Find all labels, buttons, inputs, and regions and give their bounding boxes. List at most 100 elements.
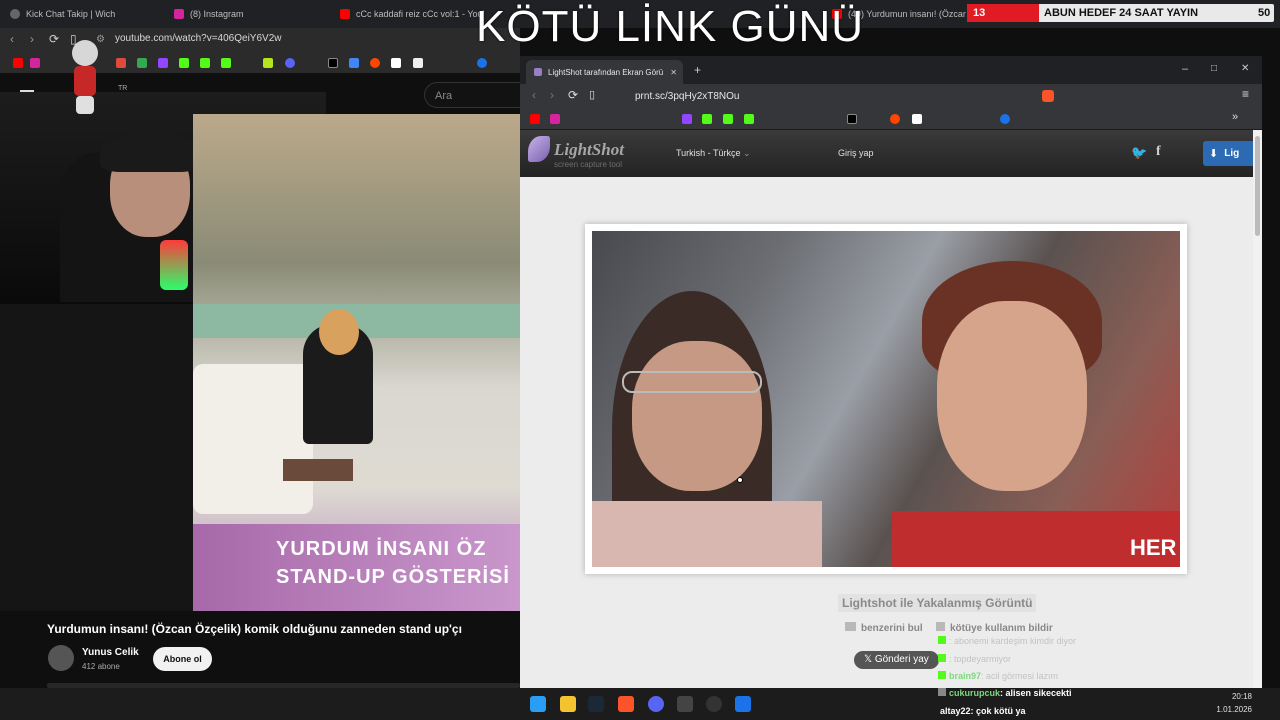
x-icon: 𝕏 [864,654,875,665]
anchor-icon[interactable] [285,58,295,68]
channel-subscribers: 412 abone [82,662,120,671]
more-bookmarks-icon[interactable]: » [1232,111,1238,123]
login-link[interactable]: Giriş yap [838,148,874,158]
p-icon[interactable] [391,58,401,68]
tab-youtube-cccvol[interactable]: cCc kaddafi reiz cCc vol:1 - YouTub [334,0,484,28]
menu-icon[interactable]: ≡ [1242,87,1249,101]
screenshot-image[interactable]: HER [592,231,1180,567]
channel-name[interactable]: Yunus Celik [82,647,139,658]
minimize-button[interactable]: – [1182,63,1188,75]
maximize-button[interactable]: □ [1211,63,1217,74]
instagram-icon[interactable] [550,114,560,124]
app-icon[interactable] [677,696,693,712]
youtube-search-input[interactable]: Ara [424,82,520,108]
instagram-icon[interactable] [30,58,40,68]
bookmark-icon[interactable]: ▯ [589,88,595,101]
play-icon[interactable] [477,58,487,68]
file-explorer-icon[interactable] [560,696,576,712]
steam-icon[interactable] [588,696,604,712]
brave-shield-icon[interactable] [1042,90,1054,102]
kick-icon[interactable] [200,58,210,68]
page-scrollbar[interactable] [1253,130,1262,688]
reload-icon[interactable]: ⟳ [49,32,59,46]
p-icon[interactable] [912,114,922,124]
subscribe-button[interactable]: Abone ol [153,647,212,671]
download-icon: ⬇ [1209,148,1219,160]
chat-message: : topdeyarmiyor [938,654,1011,664]
video-player[interactable]: YURDUM İNSANI ÖZ STAND-UP GÖSTERİSİ [193,114,520,611]
address-bar-right[interactable]: prnt.sc/3pqHy2xT8NOu [635,91,740,102]
reddit-icon[interactable] [370,58,380,68]
language-select[interactable]: Turkish - Türkçe ⌄ [676,148,751,159]
report-icon [936,622,945,631]
brave-icon[interactable] [618,696,634,712]
caption-line-2: STAND-UP GÖSTERİSİ [276,566,510,588]
back-icon[interactable]: ‹ [10,32,14,46]
twitch-icon[interactable] [158,58,168,68]
channel-avatar[interactable] [48,645,74,671]
mascot-sticker [68,40,102,116]
play-icon[interactable] [1000,114,1010,124]
glasses [622,371,762,393]
x-icon[interactable] [847,114,857,124]
tab-lightshot[interactable]: LightShot tarafından Ekran Görü ✕ [526,60,683,84]
facebook-icon[interactable]: f [1156,144,1161,160]
caption-line-1: YURDUM İNSANI ÖZ [276,538,487,560]
windows-taskbar [0,688,1280,720]
clock-date[interactable]: 1.01.2026 [1212,705,1252,714]
microphone [160,240,188,290]
youtube-icon[interactable] [530,114,540,124]
video-pillarbox [0,304,193,611]
tab-kick-chat[interactable]: Kick Chat Takip | Wich [4,0,164,28]
twitter-icon[interactable]: 🐦 [1131,145,1147,161]
find-similar-link[interactable]: benzerini bul [845,622,923,634]
drive-icon[interactable] [137,58,147,68]
reload-icon[interactable]: ⟳ [568,88,578,102]
camera-icon [845,622,856,631]
lightshot-browser-window: LightShot tarafından Ekran Görü ✕ + – □ … [520,56,1262,688]
back-icon[interactable]: ‹ [532,88,536,102]
lightshot-logo[interactable]: LightShot [554,140,624,160]
chat-message: altay22: çok kötü ya [940,706,1026,716]
chat-message: brain97: acil görmesi lazım [938,671,1058,681]
person-right-face [937,301,1087,491]
report-abuse-link[interactable]: kötüye kullanım bildir [936,622,1053,634]
image-watermark: HER [1130,535,1177,560]
obs-icon[interactable] [706,696,722,712]
download-lightshot-button[interactable]: ⬇ Lig [1203,141,1253,166]
chevron-down-icon: ⌄ [743,148,751,158]
twitch-icon[interactable] [682,114,692,124]
tweet-button[interactable]: 𝕏 Gönderi yay [854,651,939,669]
chat-message: cukurupcuk: alisen sikecekti [938,688,1072,698]
account-icon[interactable] [413,58,423,68]
discord-icon[interactable] [648,696,664,712]
new-tab-button[interactable]: + [694,63,701,77]
clock-time[interactable]: 20:18 [1222,692,1252,701]
kick-icon[interactable] [702,114,712,124]
kick-badge-icon [938,654,946,662]
forward-icon[interactable]: › [30,32,34,46]
kick-icon[interactable] [221,58,231,68]
x-icon[interactable] [328,58,338,68]
gmail-icon[interactable] [116,58,126,68]
start-icon[interactable] [530,696,546,712]
coffee-table [283,459,353,481]
kick-icon[interactable] [179,58,189,68]
reddit-icon[interactable] [890,114,900,124]
close-window-button[interactable]: ✕ [1241,63,1249,74]
tab-instagram[interactable]: (8) Instagram [168,0,328,28]
video-caption-banner: YURDUM İNSANI ÖZ STAND-UP GÖSTERİSİ [193,524,520,611]
person-left-face [632,341,762,491]
forward-icon[interactable]: › [550,88,554,102]
kick-icon[interactable] [723,114,733,124]
kick-badge-icon [938,636,946,644]
translate-icon[interactable] [349,58,359,68]
chat-message: : abonemi kardeşim kimdir diyor [938,636,1076,646]
close-tab-icon[interactable]: ✕ [670,68,677,77]
kick-icon[interactable] [744,114,754,124]
extension-icon[interactable] [263,58,273,68]
youtube-icon[interactable] [13,58,23,68]
stream-overlay-title: KÖTÜ LİNK GÜNÜ [476,2,865,51]
app-icon[interactable] [735,696,751,712]
address-bar-left[interactable]: youtube.com/watch?v=406QeiY6V2w [115,33,282,44]
